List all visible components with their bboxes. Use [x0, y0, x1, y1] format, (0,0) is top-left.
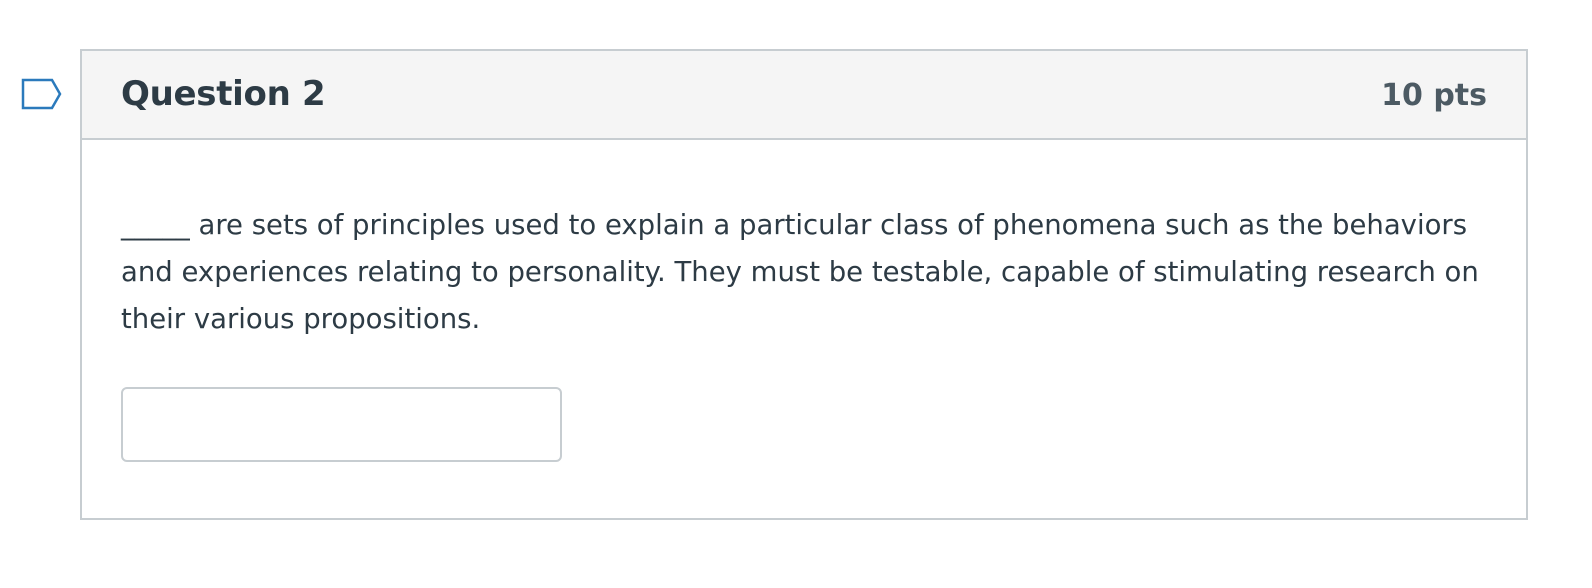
question-card: Question 2 10 pts _____ are sets of prin…	[80, 49, 1528, 520]
flag-question-icon[interactable]	[20, 77, 64, 111]
question-points: 10 pts	[1381, 78, 1487, 113]
question-text: _____ are sets of principles used to exp…	[121, 209, 1479, 335]
answer-input[interactable]	[121, 387, 562, 462]
question-title: Question 2	[121, 74, 326, 114]
question-header: Question 2 10 pts	[82, 51, 1526, 140]
